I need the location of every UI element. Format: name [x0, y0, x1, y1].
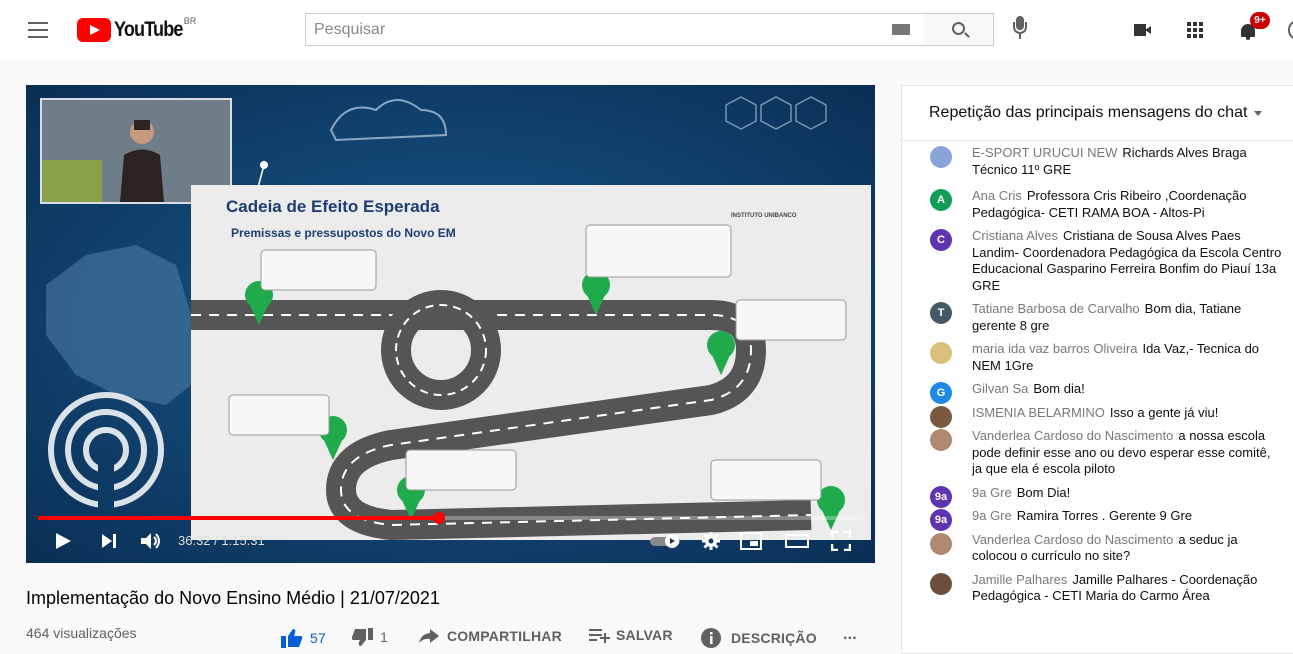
chevron-down-icon [1254, 110, 1263, 116]
chat-author[interactable]: Vanderlea Cardoso do Nascimento [972, 532, 1173, 547]
logo-country-code: BR [183, 16, 197, 26]
share-icon [419, 629, 439, 643]
share-button[interactable]: COMPARTILHAR [418, 627, 562, 645]
slide-title: Cadeia de Efeito Esperada [226, 197, 440, 216]
masthead: YouTube BR 9+ [0, 0, 1293, 60]
chat-author[interactable]: ISMENIA BELARMINO [972, 405, 1105, 420]
view-count: 464 visualizações [26, 625, 137, 641]
like-count: 57 [310, 630, 326, 646]
time-display: 36:32 / 1:15:31 [178, 533, 265, 548]
chat-author[interactable]: Gilvan Sa [972, 381, 1028, 396]
chat-message: Vanderlea Cardoso do Nascimento a nossa e… [902, 428, 1293, 478]
chat-header-label: Repetição das principais mensagens do ch… [929, 104, 1248, 121]
description-button[interactable]: DESCRIÇÃO [700, 627, 817, 649]
youtube-logo[interactable]: YouTube BR [77, 16, 197, 42]
settings-icon[interactable] [701, 531, 721, 551]
chat-text: Bom Dia! [1016, 484, 1071, 500]
chat-author[interactable]: Jamille Palhares [972, 572, 1067, 587]
dislike-button[interactable]: 1 [352, 627, 388, 647]
search-box [305, 13, 925, 46]
chat-message: maria ida vaz barros Oliveira Ida Vaz,- T… [902, 341, 1293, 374]
volume-icon[interactable] [139, 531, 163, 551]
miniplayer-icon[interactable] [740, 532, 762, 550]
menu-icon[interactable] [28, 22, 48, 38]
search-button[interactable] [924, 13, 994, 46]
chat-message: E-SPORT URUCUI NEW Richards Alves Braga T… [902, 145, 1293, 178]
chat-avatar[interactable]: C [930, 229, 952, 251]
chat-message: Jamille Palhares Jamille Palhares - Coord… [902, 572, 1293, 605]
info-icon [701, 628, 721, 648]
scrubber-handle[interactable] [432, 512, 445, 524]
video-player[interactable]: Cadeia de Efeito Esperada Premissas e pr… [26, 85, 875, 563]
chat-message: Vanderlea Cardoso do Nascimento a seduc j… [902, 532, 1293, 565]
chat-message: ISMENIA BELARMINO Isso a gente já viu! [902, 404, 1293, 428]
chat-avatar[interactable] [930, 429, 952, 451]
chat-author[interactable]: Cristiana Alves [972, 228, 1058, 243]
chat-message: A Ana Cris Professora Cris Ribeiro ,Coorde… [902, 188, 1293, 221]
thumbs-up-icon [281, 629, 303, 648]
live-chat-replay: Repetição das principais mensagens do ch… [901, 85, 1293, 654]
video-title: Implementação do Novo Ensino Médio | 21/… [26, 588, 440, 608]
play-icon[interactable] [53, 531, 73, 551]
create-video-icon[interactable] [1134, 24, 1151, 36]
chat-author[interactable]: E-SPORT URUCUI NEW [972, 145, 1117, 160]
chat-avatar[interactable] [930, 146, 952, 168]
chat-author[interactable]: Tatiane Barbosa de Carvalho [972, 301, 1140, 316]
chat-message: C Cristiana Alves Cristiana de Sousa Alves… [902, 228, 1293, 294]
mic-icon[interactable] [1012, 16, 1028, 42]
chat-message: 9a 9a Gre Ramira Torres . Gerente 9 Gre [902, 508, 1293, 531]
keyboard-icon[interactable] [892, 24, 910, 35]
more-actions-button[interactable]: ... [843, 626, 857, 644]
chat-text: Ramira Torres . Gerente 9 Gre [1016, 508, 1193, 523]
chat-author[interactable]: maria ida vaz barros Oliveira [972, 341, 1137, 356]
save-label: SALVAR [616, 627, 673, 643]
account-avatar[interactable] [1288, 21, 1293, 39]
playlist-add-icon [589, 629, 610, 643]
description-label: DESCRIÇÃO [731, 630, 817, 646]
chat-message-list[interactable]: E-SPORT URUCUI NEW Richards Alves Braga T… [902, 141, 1293, 605]
theater-mode-icon[interactable] [785, 534, 809, 548]
next-icon[interactable] [100, 533, 118, 549]
progress-bar[interactable] [38, 512, 863, 524]
save-button[interactable]: SALVAR [589, 627, 673, 643]
chat-author[interactable]: Vanderlea Cardoso do Nascimento [972, 428, 1173, 443]
search-icon [952, 22, 965, 35]
like-button[interactable]: 57 [280, 627, 326, 649]
chat-avatar[interactable] [930, 532, 952, 555]
share-label: COMPARTILHAR [447, 628, 562, 644]
autoplay-toggle[interactable] [650, 534, 682, 548]
chat-avatar[interactable]: 9a [930, 485, 952, 508]
apps-icon[interactable] [1187, 22, 1203, 38]
fullscreen-icon[interactable] [831, 531, 851, 551]
youtube-play-icon [77, 18, 111, 42]
slide-brand: INSTITUTO UNIBANCO [731, 213, 797, 219]
chat-avatar[interactable]: 9a [930, 509, 952, 531]
presentation-slide: Cadeia de Efeito Esperada Premissas e pr… [191, 185, 871, 540]
progress-played [38, 516, 439, 520]
logo-text: YouTube [114, 18, 183, 41]
notification-badge: 9+ [1250, 12, 1270, 29]
chat-message: G Gilvan Sa Bom dia! [902, 381, 1293, 404]
chat-avatar[interactable]: G [930, 382, 952, 404]
chat-text: Bom dia! [1033, 381, 1085, 396]
chat-message: 9a 9a Gre Bom Dia! [902, 484, 1293, 508]
chat-author[interactable]: 9a Gre [972, 485, 1012, 500]
chat-message: T Tatiane Barbosa de Carvalho Bom dia, Tat… [902, 301, 1293, 334]
chat-avatar[interactable] [930, 572, 952, 595]
dislike-count: 1 [380, 629, 388, 645]
chat-author[interactable]: Ana Cris [972, 188, 1022, 203]
slide-subtitle: Premissas e pressupostos do Novo EM [231, 226, 456, 240]
thumbs-down-icon [352, 628, 373, 646]
chat-author[interactable]: 9a Gre [972, 508, 1012, 523]
chat-avatar[interactable] [930, 342, 952, 364]
search-input[interactable] [306, 14, 866, 45]
chat-text: Isso a gente já viu! [1109, 404, 1219, 420]
road-diagram: Cadeia de Efeito Esperada Premissas e pr… [191, 185, 871, 540]
chat-mode-selector[interactable]: Repetição das principais mensagens do ch… [902, 86, 1293, 141]
chat-avatar[interactable] [930, 405, 952, 428]
chat-avatar[interactable]: A [930, 189, 952, 211]
chat-avatar[interactable]: T [930, 302, 952, 324]
